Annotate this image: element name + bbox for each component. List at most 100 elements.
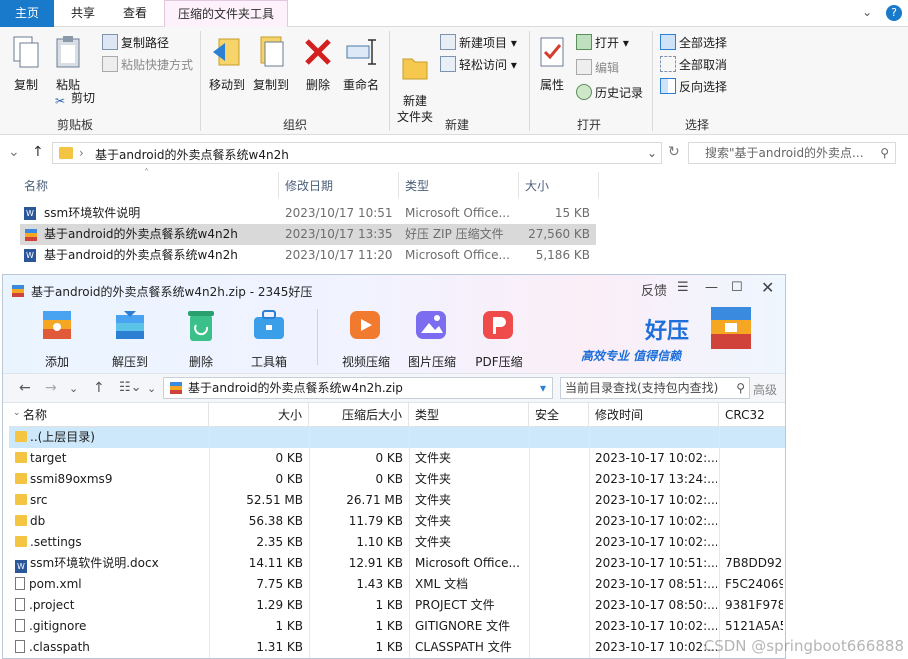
extract-to-button[interactable]: 解压到 <box>105 305 155 370</box>
column-size[interactable]: 大小 <box>525 177 549 194</box>
view-dropdown-icon[interactable]: ⌄ <box>147 382 156 395</box>
file-row[interactable]: Wssm环境软件说明 2023/10/17 10:51 Microsoft Offi… <box>20 203 596 224</box>
recent-locations-icon[interactable]: ⌄ <box>8 144 20 160</box>
edit-button[interactable]: 编辑 <box>576 58 619 78</box>
column-divider[interactable] <box>518 172 519 198</box>
refresh-icon[interactable]: ↻ <box>668 144 680 160</box>
move-to-button[interactable]: 移动到 <box>206 35 248 93</box>
archive-row[interactable]: db 56.38 KB 11.79 KB 文件夹 2023-10-17 10:02:..… <box>9 511 785 532</box>
invert-selection-button[interactable]: 反向选择 <box>660 77 727 97</box>
maximize-icon[interactable]: ☐ <box>731 280 743 295</box>
archive-cell-size: 1 KB <box>275 619 303 633</box>
address-bar[interactable]: › 基于android的外卖点餐系统w4n2h ⌄ <box>52 142 662 164</box>
new-folder-button[interactable]: 新建 文件夹 <box>394 35 436 141</box>
archive-row[interactable]: .gitignore 1 KB 1 KB GITIGNORE 文件 2023-10-17… <box>9 616 785 637</box>
hz-column-name[interactable]: ⌄ 名称 <box>9 403 209 427</box>
tab-home[interactable]: 主页 <box>0 0 54 27</box>
archive-row[interactable]: src 52.51 MB 26.71 MB 文件夹 2023-10-17 10:02:.… <box>9 490 785 511</box>
paste-button[interactable]: 粘贴 <box>50 35 86 93</box>
address-dropdown-icon[interactable]: ⌄ <box>647 146 657 160</box>
image-compress-label: 图片压缩 <box>407 355 456 369</box>
invert-selection-label: 反向选择 <box>679 80 728 94</box>
nav-dropdown-icon[interactable]: ⌄ <box>69 382 78 395</box>
archive-cell-type <box>415 427 527 448</box>
archive-item-name: src <box>30 493 48 507</box>
archive-search-input[interactable]: 当前目录查找(支持包内查找) ⚲ <box>560 377 750 399</box>
archive-cell-type: Microsoft Office... <box>415 556 520 570</box>
video-compress-button[interactable]: 视频压缩 <box>339 305 393 370</box>
close-icon[interactable]: ✕ <box>761 278 774 297</box>
copy-path-button[interactable]: 复制路径 <box>102 33 169 53</box>
menu-icon[interactable]: ☰ <box>677 280 689 295</box>
archive-row[interactable]: target 0 KB 0 KB 文件夹 2023-10-17 10:02:... <box>9 448 785 469</box>
archive-row[interactable]: ssmi89oxms9 0 KB 0 KB 文件夹 2023-10-17 13:24:.… <box>9 469 785 490</box>
archive-row[interactable]: .settings 2.35 KB 1.10 KB 文件夹 2023-10-17 10:… <box>9 532 785 553</box>
properties-button[interactable]: 属性 <box>534 35 570 93</box>
clipboard-icon <box>56 36 80 68</box>
path-dropdown-icon[interactable]: ▾ <box>540 378 546 398</box>
archive-cell-size: 1.29 KB <box>256 598 303 612</box>
column-modified[interactable]: 修改日期 <box>285 177 333 194</box>
file-row[interactable]: 基于android的外卖点餐系统w4n2h 2023/10/17 13:35 好压 … <box>20 224 596 245</box>
archive-row[interactable]: ..(上层目录) <box>9 427 785 448</box>
tab-compressed-folder-tools[interactable]: 压缩的文件夹工具 <box>164 0 288 27</box>
column-divider[interactable] <box>278 172 279 198</box>
pdf-compress-button[interactable]: PDF压缩 <box>471 305 527 370</box>
select-all-button[interactable]: 全部选择 <box>660 33 727 53</box>
hz-column-security[interactable]: 安全 <box>529 403 589 427</box>
paste-shortcut-button[interactable]: 粘贴快捷方式 <box>102 55 193 75</box>
archive-row[interactable]: .project 1.29 KB 1 KB PROJECT 文件 2023-10-17 … <box>9 595 785 616</box>
archive-cell-modified: 2023-10-17 10:02:... <box>595 451 717 465</box>
column-divider[interactable] <box>598 172 599 198</box>
rename-button[interactable]: 重命名 <box>340 35 382 93</box>
forward-arrow-icon[interactable]: → <box>45 380 57 396</box>
hz-delete-button[interactable]: 删除 <box>179 305 223 370</box>
pdf-compress-label: PDF压缩 <box>475 355 523 369</box>
cut-label: 剪切 <box>71 91 96 105</box>
archive-row[interactable]: pom.xml 7.75 KB 1.43 KB XML 文档 2023-10-17 08… <box>9 574 785 595</box>
tab-view[interactable]: 查看 <box>114 0 156 27</box>
history-button[interactable]: 历史记录 <box>576 83 643 103</box>
easy-access-icon <box>440 56 456 72</box>
archive-row[interactable]: .classpath 1.31 KB 1 KB CLASSPATH 文件 2023-10… <box>9 637 785 658</box>
tab-share[interactable]: 共享 <box>60 0 106 27</box>
add-button[interactable]: 添加 <box>35 305 79 370</box>
up-arrow-icon[interactable]: ↑ <box>32 144 44 160</box>
feedback-link[interactable]: 反馈 <box>641 280 667 299</box>
image-compress-button[interactable]: 图片压缩 <box>405 305 459 370</box>
hz-column-crc[interactable]: CRC32 <box>719 403 785 427</box>
minimize-icon[interactable]: — <box>705 280 718 295</box>
group-separator <box>652 31 653 131</box>
search-input[interactable]: 搜索"基于android的外卖点... ⚲ <box>688 142 896 164</box>
select-none-button[interactable]: 全部取消 <box>660 55 727 75</box>
ribbon-corner-controls: ⌄ ? <box>852 5 902 21</box>
hz-column-type[interactable]: 类型 <box>409 403 529 427</box>
copy-button[interactable]: 复制 <box>8 35 44 93</box>
column-type[interactable]: 类型 <box>405 177 429 194</box>
grid-line <box>529 427 530 658</box>
hz-column-size[interactable]: 大小 <box>209 403 309 427</box>
new-item-button[interactable]: 新建项目 ▾ <box>440 33 517 53</box>
archive-row[interactable]: Wssm环境软件说明.docx 14.11 KB 12.91 KB Microsoft… <box>9 553 785 574</box>
back-arrow-icon[interactable]: ← <box>19 380 31 396</box>
hz-column-modified[interactable]: 修改时间 <box>589 403 719 427</box>
help-icon[interactable]: ? <box>886 5 902 21</box>
up-arrow-icon[interactable]: ↑ <box>93 380 105 396</box>
file-row[interactable]: W 基于android的外卖点餐系统w4n2h 2023/10/17 11:20 Mi… <box>20 245 596 266</box>
collapse-ribbon-icon[interactable]: ⌄ <box>862 5 872 19</box>
column-divider[interactable] <box>398 172 399 198</box>
toolbox-button[interactable]: 工具箱 <box>247 305 291 370</box>
cut-button[interactable]: ✂ 剪切 <box>52 88 95 108</box>
easy-access-button[interactable]: 轻松访问 ▾ <box>440 55 517 75</box>
archive-path-box[interactable]: 基于android的外卖点餐系统w4n2h.zip ▾ <box>163 377 553 399</box>
group-label-organize: 组织 <box>282 118 307 132</box>
column-name[interactable]: 名称 <box>24 177 48 194</box>
hz-column-compressed[interactable]: 压缩后大小 <box>309 403 409 427</box>
copy-to-icon <box>260 36 284 67</box>
delete-button[interactable]: 删除 <box>300 35 336 93</box>
copy-to-button[interactable]: 复制到 <box>250 35 292 93</box>
advanced-search-link[interactable]: 高级 <box>753 381 777 398</box>
view-mode-icon[interactable]: ☷⌄ <box>119 380 142 395</box>
archive-cell-size: 2.35 KB <box>256 535 303 549</box>
open-button[interactable]: 打开 ▾ <box>576 33 629 53</box>
